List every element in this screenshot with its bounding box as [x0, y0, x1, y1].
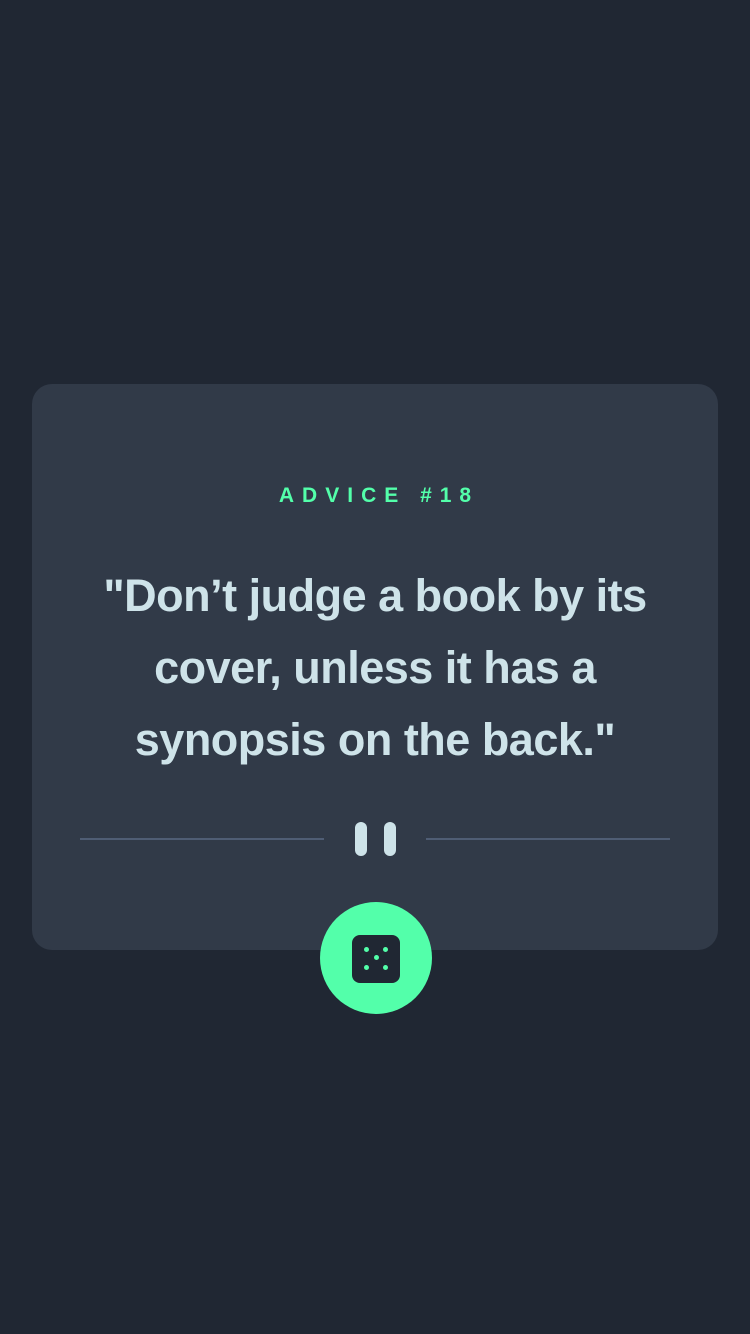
pattern-divider [80, 822, 670, 856]
generate-advice-button[interactable] [320, 902, 432, 1014]
advice-number: ADVICE #18 [278, 484, 480, 507]
dice-icon [352, 935, 400, 983]
pause-icon [355, 822, 397, 856]
divider-line-left [80, 838, 324, 840]
advice-quote: "Don’t judge a book by its cover, unless… [103, 570, 647, 765]
divider-line-right [426, 838, 670, 840]
advice-page: ADVICE #18 "Don’t judge a book by its co… [0, 0, 750, 1334]
